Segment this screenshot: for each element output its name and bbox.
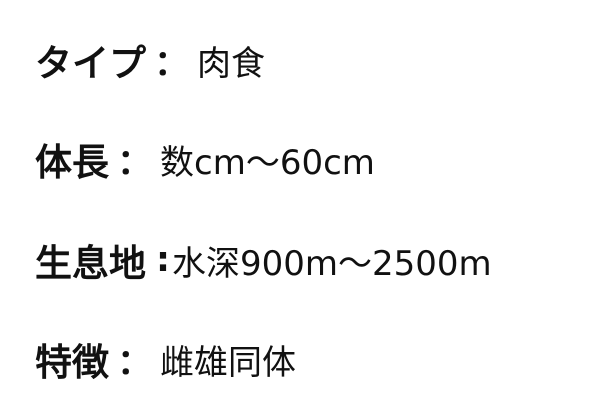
habitat-separator: : [156,240,170,280]
features-value: 雌雄同体 [160,342,297,383]
type-separator: ： [154,43,190,84]
length-value: 数cm～60cm [160,142,375,183]
type-value: 肉食 [197,43,266,84]
habitat-value: 水深900m～2500m [172,243,492,284]
length-label: 体長 [35,141,109,184]
type-label: タイプ [35,42,146,85]
length-separator: ： [117,142,153,183]
features-separator: ： [117,342,153,383]
habitat-label: 生息地 [35,242,146,285]
features-label: 特徴 [35,341,109,384]
info-row-length: 体長 ： 数cm～60cm [35,135,375,184]
info-row-features: 特徴 ： 雌雄同体 [35,335,297,384]
species-info-card: タイプ ： 肉食 体長 ： 数cm～60cm 生息地 : 水深900m～2500… [0,0,600,420]
info-row-type: タイプ ： 肉食 [35,36,266,85]
info-row-habitat: 生息地 : 水深900m～2500m [35,236,492,285]
